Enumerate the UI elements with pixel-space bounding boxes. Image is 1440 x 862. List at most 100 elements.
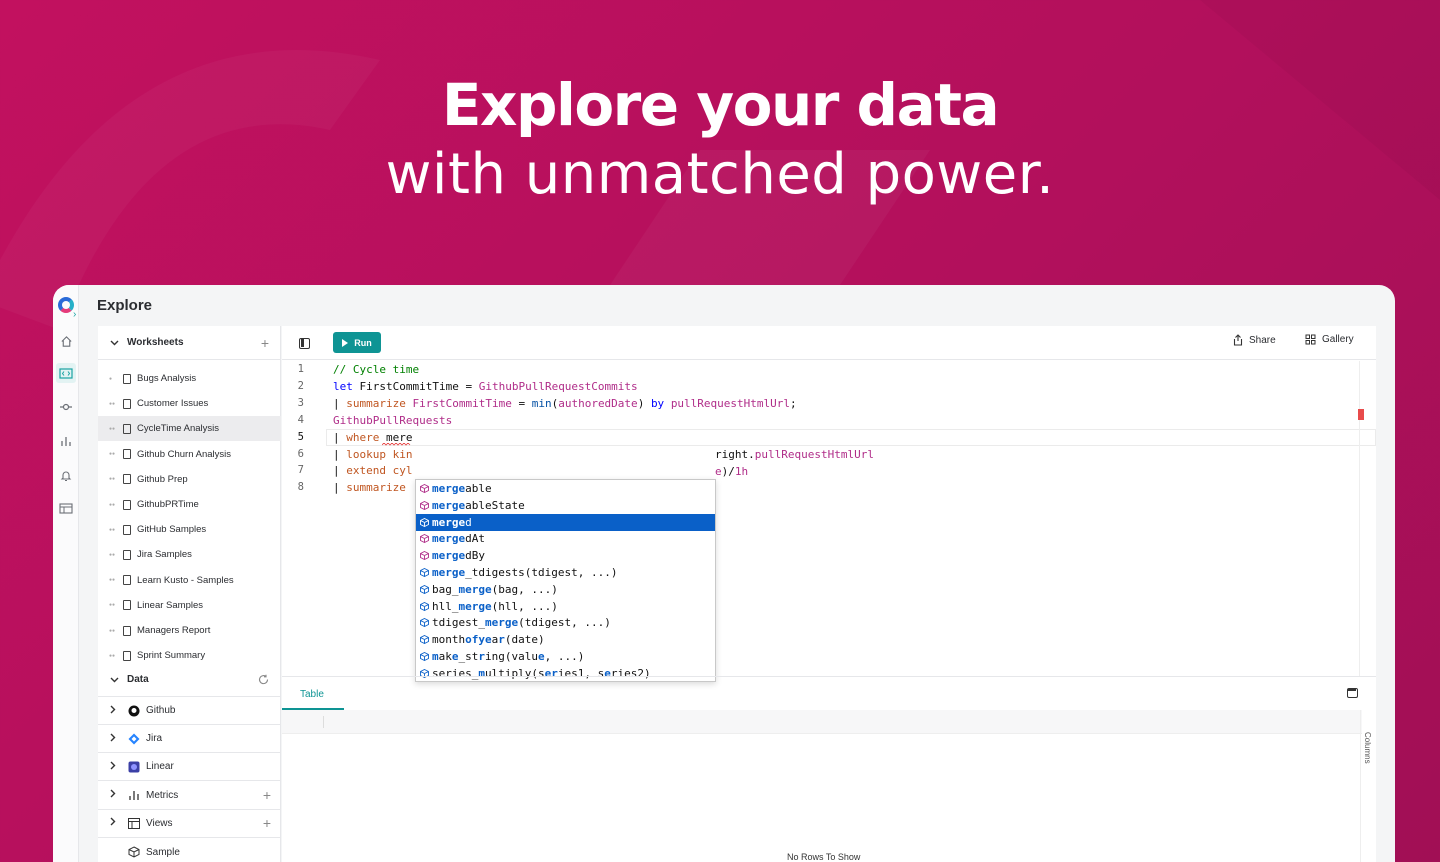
worksheets-header[interactable]: Worksheets + [98, 326, 281, 360]
insights-icon[interactable] [56, 397, 76, 417]
data-source-github[interactable]: Github [98, 697, 281, 725]
layout-toggle-icon[interactable] [1347, 688, 1358, 698]
add-views-icon[interactable]: + [263, 815, 271, 831]
worksheet-label: CycleTime Analysis [137, 423, 220, 435]
chevron-right-icon[interactable] [110, 789, 124, 801]
add-metrics-icon[interactable]: + [263, 787, 271, 803]
suggestion-text: merge [432, 498, 466, 512]
code-token: | [333, 430, 347, 444]
worksheet-item[interactable]: ●● Linear Samples [98, 593, 281, 618]
function-icon [419, 635, 429, 645]
tab-table[interactable]: Table [300, 689, 324, 700]
autocomplete-item[interactable]: merge ableState [416, 497, 715, 514]
code-line-6-tail: right.pullRequestHtmlUrl [715, 446, 874, 463]
run-button[interactable]: Run [333, 332, 381, 353]
data-source-views[interactable]: Views + [98, 810, 281, 838]
autocomplete-item[interactable]: bag_ merge (bag, ...) [416, 581, 715, 598]
autocomplete-item[interactable]: m ak e _st r ing(valu e, ...) [416, 648, 715, 665]
explore-icon[interactable] [56, 363, 76, 383]
refresh-icon[interactable] [258, 672, 269, 688]
editor-toolbar: Run Share Gallery [282, 326, 1376, 360]
chevron-right-icon[interactable] [110, 761, 124, 773]
suggestion-text: , ...) [544, 650, 585, 663]
worksheet-item[interactable]: ●● Learn Kusto - Samples [98, 568, 281, 593]
logo-icon[interactable] [58, 297, 74, 313]
bell-icon[interactable] [56, 465, 76, 485]
suggestion-text: _st [458, 650, 479, 663]
data-label: Data [127, 674, 149, 685]
table-icon[interactable] [56, 498, 76, 518]
data-source-jira[interactable]: Jira [98, 725, 281, 754]
chevron-right-icon[interactable] [110, 705, 124, 717]
columns-label[interactable]: Columns [1363, 732, 1372, 764]
document-icon [123, 398, 131, 409]
code-token: 1h [734, 465, 749, 478]
worksheet-item[interactable]: ●● GithubPRTime [98, 492, 281, 517]
chevron-down-icon[interactable] [110, 338, 124, 348]
suggestion-text: (bag, ...) [491, 582, 558, 596]
worksheets-label: Worksheets [127, 337, 184, 348]
toggle-sidebar-icon[interactable] [299, 338, 310, 349]
suggestion-text: able [465, 482, 492, 495]
code-token: lookup kin [346, 447, 413, 461]
document-icon [123, 575, 131, 586]
expand-chevron-icon[interactable]: › [73, 309, 76, 320]
github-icon [127, 704, 141, 718]
sample-icon [127, 845, 141, 859]
autocomplete-item[interactable]: tdigest_ merge (tdigest, ...) [416, 614, 715, 631]
run-label: Run [354, 337, 372, 348]
share-button[interactable]: Share [1233, 334, 1276, 346]
code-token: FirstCommitTime = [359, 379, 479, 393]
app-window: › Explore Worksheets + ● Bugs Analysis ●… [53, 285, 1395, 862]
suggestion-text: merge [432, 515, 466, 529]
worksheet-item[interactable]: ●● CycleTime Analysis [98, 416, 281, 442]
data-source-linear[interactable]: Linear [98, 753, 281, 782]
share-label: Share [1249, 334, 1276, 346]
code-token: pullRequestHtmlUrl [670, 396, 791, 410]
worksheet-item[interactable]: ●● Managers Report [98, 618, 281, 643]
jira-icon [127, 732, 141, 746]
suggestion-text: bag_ [432, 582, 459, 596]
chevron-right-icon[interactable] [110, 733, 124, 745]
autocomplete-item[interactable]: hll_ merge (hll, ...) [416, 598, 715, 615]
suggestion-text: (hll, ...) [491, 599, 558, 613]
document-icon [123, 474, 131, 485]
autocomplete-item[interactable]: merge dBy [416, 547, 715, 564]
code-line: // Cycle time [333, 361, 419, 378]
autocomplete-item[interactable]: merge d [416, 513, 715, 531]
code-token: summarize [346, 396, 413, 410]
share-icon [1233, 334, 1243, 346]
data-source-sample[interactable]: Sample [98, 838, 281, 862]
gallery-button[interactable]: Gallery [1305, 334, 1354, 345]
chevron-down-icon[interactable] [110, 675, 124, 685]
data-source-metrics[interactable]: Metrics + [98, 782, 281, 810]
code-line: let FirstCommitTime = GithubPullRequestC… [333, 378, 638, 395]
hero: Explore your data with unmatched power. [0, 70, 1440, 210]
autocomplete-item[interactable]: month ofye a r (date) [416, 631, 715, 648]
add-worksheet-icon[interactable]: + [261, 335, 269, 351]
document-icon [123, 625, 131, 636]
worksheet-item[interactable]: ●● Customer Issues [98, 391, 281, 416]
worksheet-item[interactable]: ●● Github Prep [98, 467, 281, 492]
suggestion-text: merge [432, 482, 466, 495]
code-token: // Cycle time [333, 363, 420, 376]
document-icon [123, 499, 131, 510]
worksheet-item[interactable]: ● Bugs Analysis [98, 366, 281, 391]
worksheet-item[interactable]: ●● GitHub Samples [98, 517, 281, 542]
chevron-right-icon[interactable] [110, 817, 124, 829]
autocomplete-item[interactable]: merge dAt [416, 530, 715, 547]
data-header[interactable]: Data [98, 663, 281, 697]
code-editor[interactable]: 1 2 3 4 5 6 7 8 // Cycle time let FirstCommitTim… [282, 361, 1376, 682]
results-table-header [282, 710, 1362, 734]
autocomplete-item[interactable]: merge _tdigests(tdigest, ...) [416, 564, 715, 581]
autocomplete-item[interactable]: merge able [416, 480, 715, 497]
worksheet-label: GithubPRTime [137, 499, 199, 510]
line-number: 5 [297, 430, 304, 443]
code-token: e [715, 465, 722, 478]
worksheet-item[interactable]: ●● Jira Samples [98, 542, 281, 567]
worksheet-label: Bugs Analysis [137, 373, 197, 384]
home-icon[interactable] [56, 331, 76, 351]
metrics-icon[interactable] [56, 431, 76, 451]
worksheet-item[interactable]: ●● Github Churn Analysis [98, 442, 281, 467]
worksheet-label: Learn Kusto - Samples [137, 574, 234, 586]
